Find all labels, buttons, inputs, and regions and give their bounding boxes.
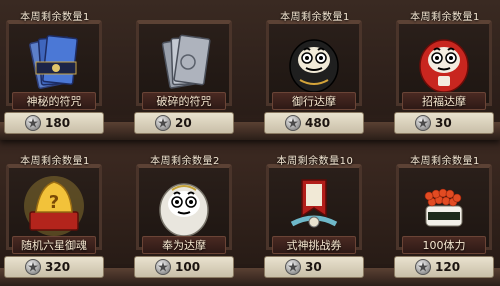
amulet-coin-icon [415,259,431,275]
item-price: 30 [435,116,452,130]
amulet-coin-icon [415,115,431,131]
price-plate: 120 [394,256,494,278]
golden-soul-icon: ? [20,172,88,242]
item-name: 招福达摩 [402,92,486,110]
black-daruma-icon [280,28,348,98]
price-plate: 100 [134,256,234,278]
shop-item-sushi-stamina[interactable]: 本周剩余数量1 100体力 120 [390,152,500,282]
svg-text:?: ? [49,192,59,213]
price-plate: 480 [264,112,364,134]
price-plate: 20 [134,112,234,134]
white-daruma-icon [150,172,218,242]
amulet-coin-icon [285,259,301,275]
item-name: 奉为达摩 [142,236,226,254]
item-price: 100 [175,260,201,274]
item-name: 随机六星御魂 [12,236,96,254]
amulet-coin-icon [25,259,41,275]
broken-talisman-icon [150,28,218,98]
item-price: 30 [305,260,322,274]
weekly-quota-label: 本周剩余数量1 [280,12,350,23]
amulet-coin-icon [285,115,301,131]
item-price: 120 [435,260,461,274]
price-plate: 320 [4,256,104,278]
mystery-talisman-icon [20,28,88,98]
weekly-quota-label: 本周剩余数量1 [410,12,480,23]
price-plate: 180 [4,112,104,134]
item-name: 神秘的符咒 [12,92,96,110]
shop-item-mystery-talisman[interactable]: 本周剩余数量1 神秘的符咒 180 [0,8,110,138]
shop-item-red-daruma[interactable]: 本周剩余数量1 招福达摩 30 [390,8,500,138]
item-price: 480 [305,116,331,130]
item-price: 180 [45,116,71,130]
challenge-ticket-icon [280,172,348,242]
item-price: 20 [175,116,192,130]
weekly-quota-label: 本周剩余数量1 [20,156,90,167]
weekly-quota-label: 本周剩余数量2 [150,156,220,167]
item-name: 式神挑战券 [272,236,356,254]
item-name: 100体力 [402,236,486,254]
item-price: 320 [45,260,71,274]
item-name: 破碎的符咒 [142,92,226,110]
sushi-stamina-icon [410,172,478,242]
shop-item-white-daruma[interactable]: 本周剩余数量2 奉为达摩 100 [130,152,240,282]
shop-item-black-daruma[interactable]: 本周剩余数量1 御行达摩 480 [260,8,370,138]
shop-grid: 本周剩余数量1 神秘的符咒 180 破碎的符咒 20 本周剩余数量1 御行达摩 … [0,0,500,286]
red-daruma-icon [410,28,478,98]
shop-item-challenge-ticket[interactable]: 本周剩余数量10 式神挑战券 30 [260,152,370,282]
amulet-coin-icon [155,259,171,275]
price-plate: 30 [264,256,364,278]
price-plate: 30 [394,112,494,134]
shop-item-golden-soul[interactable]: 本周剩余数量1 ? 随机六星御魂 320 [0,152,110,282]
amulet-coin-icon [155,115,171,131]
weekly-quota-label: 本周剩余数量10 [276,156,354,167]
weekly-quota-label: 本周剩余数量1 [410,156,480,167]
weekly-quota-label: 本周剩余数量1 [20,12,90,23]
amulet-coin-icon [25,115,41,131]
item-name: 御行达摩 [272,92,356,110]
shop-item-broken-talisman[interactable]: 破碎的符咒 20 [130,8,240,138]
